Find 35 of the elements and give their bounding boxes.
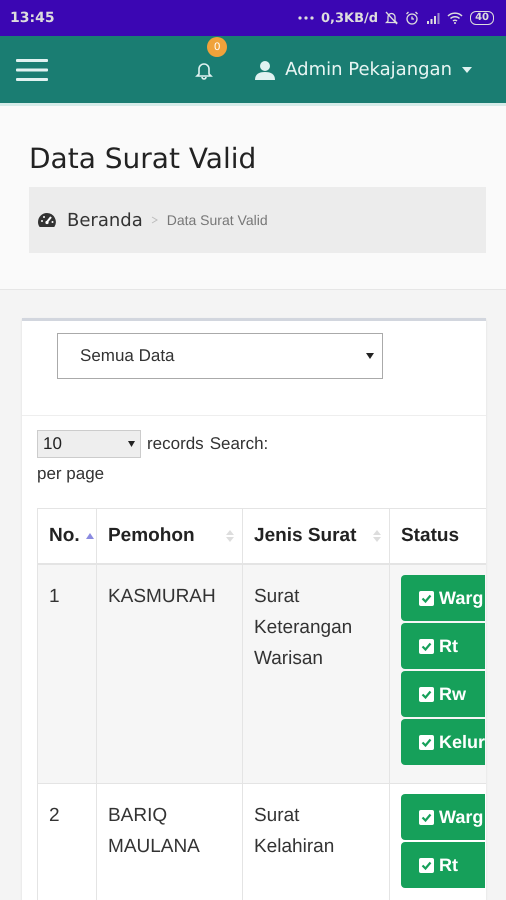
status-button[interactable]: Rw [401,671,485,717]
muted-bell-icon [385,11,398,25]
search-label: Search: [210,434,268,454]
alarm-icon [405,11,420,25]
clock: 13:45 [10,10,55,26]
wifi-icon [447,12,464,24]
notification-badge: 0 [207,37,228,57]
table-cell: 2 [38,784,96,900]
filter-dropdown[interactable]: Semua Data [57,333,383,379]
status-button[interactable]: Kelur [401,719,485,765]
more-icon [298,16,314,20]
status-button[interactable]: Warg [401,794,485,840]
page-title: Data Surat Valid [29,142,258,175]
caret-icon [128,441,135,447]
caret-icon [462,66,472,72]
table-cell: KASMURAH [96,564,242,784]
status-button[interactable]: Warg [401,575,485,621]
user-icon [255,60,276,80]
breadcrumb-separator-icon [150,216,159,224]
per-page-label: per page [37,464,106,484]
table-cell: Surat Keterangan Warisan [242,564,390,784]
caret-icon [366,353,374,359]
network-speed: 0,3KB/d [321,10,378,26]
battery-indicator: 40 [470,11,494,25]
dashboard-icon [37,212,57,228]
menu-button[interactable] [16,58,48,80]
status-button[interactable]: Rt [401,623,485,669]
signal-icon [426,12,440,24]
status-button[interactable]: Rt [401,842,485,888]
records-label: records [147,434,204,454]
breadcrumb-link[interactable]: Beranda [37,210,143,230]
page-size-dropdown[interactable]: 10 [37,430,141,458]
user-menu[interactable]: Admin Pekajangan [255,59,472,80]
breadcrumb-current: Data Surat Valid [166,212,268,228]
table-cell: 1 [38,564,96,784]
